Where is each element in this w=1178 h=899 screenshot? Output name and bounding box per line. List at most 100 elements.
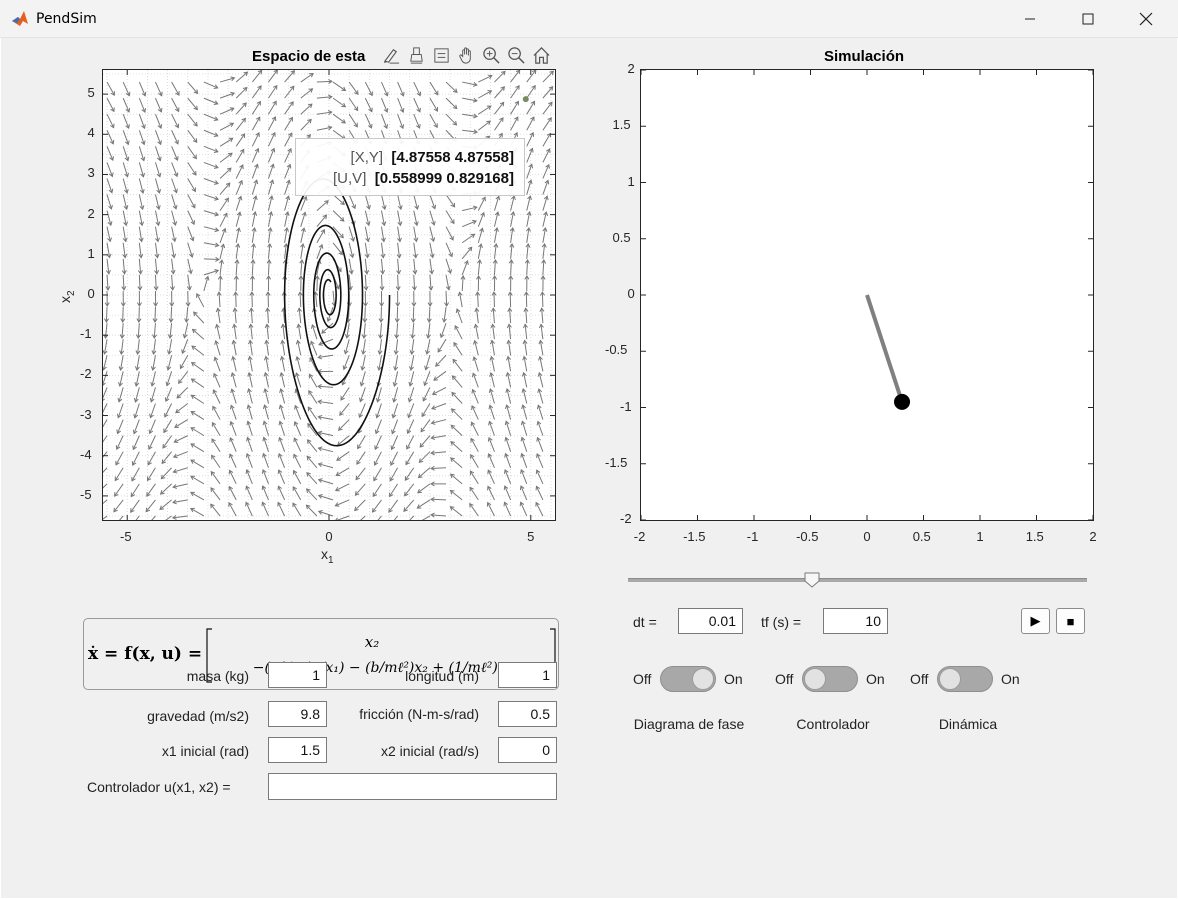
- datatip-uv-label: [U,V]: [333, 170, 367, 187]
- play-icon: ▶: [1030, 613, 1041, 628]
- sim-xtick: 1.5: [1025, 529, 1044, 544]
- phase-xlabel: x1: [321, 546, 334, 566]
- sim-ytick: 2: [627, 61, 635, 76]
- tf-field[interactable]: 10: [823, 608, 888, 634]
- switch-din-on-label: On: [1001, 671, 1020, 687]
- phase-ylabel: x2: [57, 290, 77, 303]
- caption-controlador: Controlador: [796, 716, 870, 732]
- equation-lhs: ẋ = f(x, u) =: [88, 644, 202, 664]
- phase-trajectory: [283, 178, 391, 447]
- minimize-button[interactable]: [1001, 0, 1059, 38]
- datatip-xy-value: [4.87558 4.87558]: [391, 149, 514, 166]
- datatip-uv-value: [0.558999 0.829168]: [374, 170, 514, 187]
- caption-diagrama-fase: Diagrama de fase: [633, 716, 745, 732]
- sim-xtick: 1: [976, 529, 984, 544]
- app-client-area: Espacio de esta x1 x2 [X,Y] [4.87558 4.8…: [1, 38, 1177, 898]
- x2-inicial-field[interactable]: 0: [498, 737, 557, 763]
- switch-fase-on-label: On: [724, 671, 743, 687]
- phase-ytick: -5: [80, 486, 92, 502]
- sim-ytick: 0.5: [612, 229, 631, 245]
- matlab-icon: [12, 11, 28, 26]
- time-slider-track[interactable]: [628, 578, 1087, 582]
- friccion-label: fricción (N-m-s/rad): [359, 706, 479, 722]
- switch-ctrl-off-label: Off: [775, 671, 794, 687]
- sim-xtick: -1: [746, 529, 759, 544]
- sim-xtick: -0.5: [796, 529, 819, 544]
- tf-label: tf (s) =: [761, 614, 802, 630]
- friccion-field[interactable]: 0.5: [498, 701, 557, 727]
- close-icon: [1139, 12, 1153, 26]
- controlador-field[interactable]: [268, 773, 557, 800]
- data-tips-icon[interactable]: [405, 44, 428, 66]
- phase-plot-axes[interactable]: [102, 69, 556, 521]
- phase-ytick: -1: [80, 326, 92, 342]
- switch-knob: [692, 668, 714, 690]
- phase-plot-title: Espacio de esta: [252, 48, 366, 65]
- stop-button[interactable]: ■: [1056, 608, 1085, 634]
- sim-ytick: -1.5: [605, 454, 628, 470]
- switch-diagrama-fase[interactable]: [660, 666, 716, 692]
- switch-fase-off-label: Off: [633, 671, 652, 687]
- sim-ytick: -1: [620, 398, 632, 414]
- close-button[interactable]: [1117, 0, 1175, 38]
- x2-inicial-label: x2 inicial (rad/s): [380, 743, 479, 759]
- sim-plot-title: Simulación: [824, 48, 905, 65]
- home-icon[interactable]: [530, 44, 553, 66]
- switch-knob: [939, 668, 961, 690]
- pendulum-bob: [894, 393, 911, 410]
- pendulum-rod: [865, 294, 904, 403]
- phase-ytick: 4: [87, 125, 95, 141]
- dt-label: dt =: [633, 614, 657, 630]
- phase-xtick: 5: [527, 529, 535, 544]
- window-title: PendSim: [36, 11, 97, 27]
- phase-ytick: -2: [80, 366, 92, 382]
- masa-field[interactable]: 1: [268, 662, 327, 688]
- controlador-label: Controlador u(x1, x2) =: [87, 779, 231, 795]
- zoom-in-icon[interactable]: [480, 44, 503, 66]
- sim-xtick: 0: [863, 529, 871, 544]
- axes-toolbar: [380, 44, 553, 68]
- sim-ytick: -0.5: [605, 342, 628, 358]
- minimize-icon: [1025, 18, 1035, 20]
- sim-plot-axes[interactable]: [640, 69, 1094, 521]
- phase-ytick: -4: [80, 446, 92, 462]
- phase-ytick: 2: [87, 205, 95, 221]
- data-tip[interactable]: [X,Y] [4.87558 4.87558] [U,V] [0.558999 …: [295, 138, 525, 196]
- legend-icon[interactable]: [430, 44, 453, 66]
- dt-field[interactable]: 0.01: [678, 608, 743, 634]
- phase-ytick: -3: [80, 406, 92, 422]
- sim-ytick: 0: [627, 286, 635, 301]
- maximize-button[interactable]: [1059, 0, 1117, 38]
- switch-dinamica[interactable]: [937, 666, 993, 692]
- masa-label: masa (kg): [186, 668, 249, 684]
- datatip-marker: [522, 96, 529, 103]
- brush-icon[interactable]: [380, 44, 403, 66]
- x1-inicial-field[interactable]: 1.5: [268, 737, 327, 763]
- gravedad-field[interactable]: 9.8: [268, 701, 327, 727]
- switch-knob: [804, 668, 826, 690]
- sim-xtick: 2: [1089, 529, 1097, 544]
- switch-controlador[interactable]: [802, 666, 858, 692]
- phase-ytick: 5: [87, 85, 95, 101]
- pan-icon[interactable]: [455, 44, 478, 66]
- phase-xtick: -5: [120, 529, 132, 544]
- phase-ytick: 1: [87, 245, 95, 261]
- sim-ytick: 1: [627, 173, 635, 189]
- zoom-out-icon[interactable]: [505, 44, 528, 66]
- sim-plot-canvas: [641, 70, 1093, 520]
- caption-dinamica: Dinámica: [938, 716, 998, 732]
- play-button[interactable]: ▶: [1021, 608, 1050, 634]
- switch-din-off-label: Off: [910, 671, 929, 687]
- phase-ytick: 0: [87, 286, 95, 301]
- stop-icon: ■: [1066, 613, 1075, 629]
- switch-ctrl-on-label: On: [866, 671, 885, 687]
- sim-xtick: 0.5: [912, 529, 931, 544]
- equation-row1: x₂: [365, 633, 379, 651]
- longitud-field[interactable]: 1: [498, 662, 557, 688]
- time-slider-thumb[interactable]: [804, 572, 820, 588]
- phase-xtick: 0: [325, 529, 333, 544]
- sim-ytick: 1.5: [612, 117, 631, 133]
- x1-inicial-label: x1 inicial (rad): [161, 743, 249, 759]
- datatip-xy-label: [X,Y]: [350, 149, 384, 166]
- sim-xtick: -1.5: [683, 529, 706, 544]
